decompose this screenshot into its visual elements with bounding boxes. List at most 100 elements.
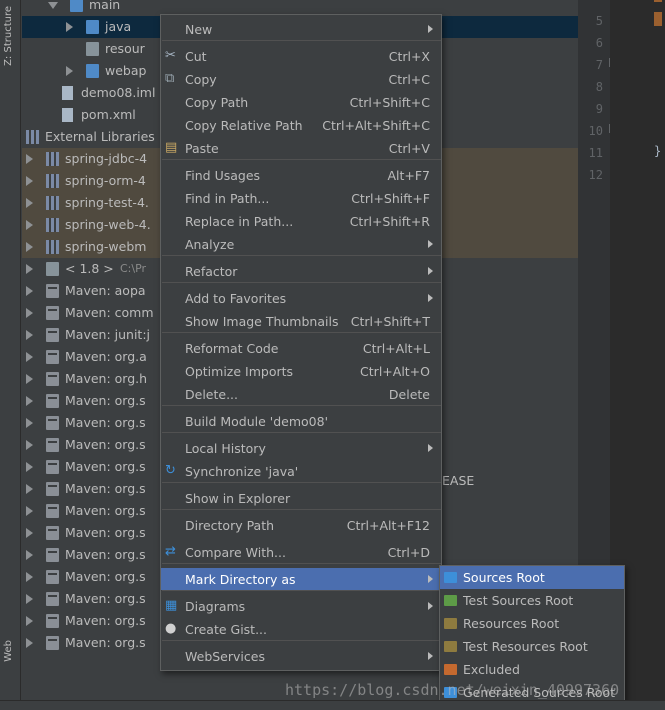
menu-item-delete[interactable]: Delete... Delete — [161, 383, 441, 405]
collapsed-arrow-icon[interactable] — [26, 484, 33, 494]
folder-icon — [86, 20, 99, 34]
menu-item-replace-in-path[interactable]: Replace in Path... Ctrl+Shift+R — [161, 210, 441, 232]
folder-icon — [444, 664, 457, 675]
menu-item-shortcut: Ctrl+Shift+R — [349, 213, 430, 229]
menu-item-build-module-demo08[interactable]: Build Module 'demo08' — [161, 410, 441, 432]
submenu-item-test-sources-root[interactable]: Test Sources Root — [440, 589, 624, 612]
collapsed-arrow-icon[interactable] — [66, 66, 73, 76]
menu-separator — [162, 482, 441, 483]
menu-item-label: Copy Relative Path — [185, 117, 303, 133]
collapsed-arrow-icon[interactable] — [26, 198, 33, 208]
menu-item-label: Delete... — [185, 386, 238, 402]
tree-row-label: pom.xml — [81, 107, 136, 122]
menu-item-copy-relative-path[interactable]: Copy Relative Path Ctrl+Alt+Shift+C — [161, 114, 441, 136]
maven-icon — [46, 350, 59, 364]
collapsed-arrow-icon[interactable] — [26, 550, 33, 560]
sync-icon: ↻ — [165, 463, 176, 478]
github-icon: ● — [165, 621, 177, 636]
menu-item-optimize-imports[interactable]: Optimize Imports Ctrl+Alt+O — [161, 360, 441, 382]
menu-item-local-history[interactable]: Local History — [161, 437, 441, 459]
collapsed-arrow-icon[interactable] — [26, 418, 33, 428]
maven-icon — [46, 570, 59, 584]
collapsed-arrow-icon[interactable] — [26, 572, 33, 582]
menu-item-find-in-path[interactable]: Find in Path... Ctrl+Shift+F — [161, 187, 441, 209]
menu-item-shortcut: Ctrl+C — [388, 71, 430, 87]
menu-item-synchronize-java[interactable]: Synchronize 'java' ↻ — [161, 460, 441, 482]
collapsed-arrow-icon[interactable] — [26, 506, 33, 516]
maven-icon — [46, 482, 59, 496]
collapsed-arrow-icon[interactable] — [26, 616, 33, 626]
menu-item-label: Build Module 'demo08' — [185, 413, 329, 429]
collapsed-arrow-icon[interactable] — [26, 154, 33, 164]
structure-tool-tab[interactable]: Z: Structure — [3, 6, 14, 66]
menu-item-paste[interactable]: Paste Ctrl+V ▤ — [161, 137, 441, 159]
collapsed-arrow-icon[interactable] — [26, 242, 33, 252]
tree-row-label: demo08.iml — [81, 85, 156, 100]
menu-item-shortcut: Ctrl+Shift+F — [351, 190, 430, 206]
menu-item-cut[interactable]: Cut Ctrl+X ✂ — [161, 45, 441, 67]
code-token-fragment — [654, 12, 662, 26]
collapsed-arrow-icon[interactable] — [26, 352, 33, 362]
collapsed-arrow-icon[interactable] — [26, 440, 33, 450]
tree-row-label: Maven: comm — [65, 305, 154, 320]
collapsed-arrow-icon[interactable] — [26, 264, 33, 274]
submenu-item-label: Excluded — [463, 662, 520, 677]
menu-item-webservices[interactable]: WebServices — [161, 645, 441, 667]
tree-row-label: Maven: org.s — [65, 393, 146, 408]
menu-item-analyze[interactable]: Analyze — [161, 233, 441, 255]
collapsed-arrow-icon[interactable] — [26, 528, 33, 538]
menu-item-show-in-explorer[interactable]: Show in Explorer — [161, 487, 441, 509]
library-icon — [46, 218, 59, 232]
maven-icon — [46, 372, 59, 386]
menu-separator — [162, 159, 441, 160]
menu-separator — [162, 332, 441, 333]
menu-item-create-gist[interactable]: Create Gist... ● — [161, 618, 441, 640]
collapsed-arrow-icon[interactable] — [26, 638, 33, 648]
menu-item-directory-path[interactable]: Directory Path Ctrl+Alt+F12 — [161, 514, 441, 536]
menu-item-refactor[interactable]: Refactor — [161, 260, 441, 282]
submenu-item-sources-root[interactable]: Sources Root — [440, 566, 624, 589]
collapsed-arrow-icon[interactable] — [66, 22, 73, 32]
menu-item-copy[interactable]: Copy Ctrl+C ⧉ — [161, 68, 441, 90]
collapsed-arrow-icon[interactable] — [26, 286, 33, 296]
collapsed-arrow-icon[interactable] — [26, 594, 33, 604]
tree-row-label: Maven: org.s — [65, 437, 146, 452]
web-tool-tab[interactable]: Web — [3, 640, 14, 662]
collapsed-arrow-icon[interactable] — [26, 374, 33, 384]
menu-item-show-image-thumbnails[interactable]: Show Image Thumbnails Ctrl+Shift+T — [161, 310, 441, 332]
menu-item-diagrams[interactable]: Diagrams ▦ — [161, 595, 441, 617]
expanded-arrow-icon[interactable] — [48, 2, 58, 9]
menu-separator — [162, 590, 441, 591]
collapsed-arrow-icon[interactable] — [26, 462, 33, 472]
menu-item-add-to-favorites[interactable]: Add to Favorites — [161, 287, 441, 309]
library-icon — [46, 174, 59, 188]
menu-item-label: Analyze — [185, 236, 235, 252]
collapsed-arrow-icon[interactable] — [26, 330, 33, 340]
menu-separator — [162, 432, 441, 433]
menu-item-copy-path[interactable]: Copy Path Ctrl+Shift+C — [161, 91, 441, 113]
menu-item-compare-with[interactable]: Compare With... Ctrl+D ⇄ — [161, 541, 441, 563]
menu-item-reformat-code[interactable]: Reformat Code Ctrl+Alt+L — [161, 337, 441, 359]
menu-item-label: Local History — [185, 440, 266, 456]
menu-item-label: Refactor — [185, 263, 238, 279]
maven-icon — [46, 438, 59, 452]
submenu-item-excluded[interactable]: Excluded — [440, 658, 624, 681]
submenu-item-resources-root[interactable]: Resources Root — [440, 612, 624, 635]
submenu-item-test-resources-root[interactable]: Test Resources Root — [440, 635, 624, 658]
menu-item-find-usages[interactable]: Find Usages Alt+F7 — [161, 164, 441, 186]
submenu-arrow-icon — [428, 575, 433, 583]
menu-item-label: Cut — [185, 48, 207, 64]
submenu-item-label: Resources Root — [463, 616, 560, 631]
tree-row-label: Maven: org.s — [65, 613, 146, 628]
menu-item-new[interactable]: New — [161, 18, 441, 40]
collapsed-arrow-icon[interactable] — [26, 176, 33, 186]
collapsed-arrow-icon[interactable] — [26, 396, 33, 406]
maven-icon — [46, 460, 59, 474]
menu-item-shortcut: Ctrl+X — [388, 48, 430, 64]
collapsed-arrow-icon[interactable] — [26, 220, 33, 230]
context-menu: New Cut Ctrl+X ✂ Copy Ctrl+C ⧉ Copy Path Ctrl+Sh… — [160, 14, 442, 671]
menu-item-label: Paste — [185, 140, 219, 156]
left-tool-strip: Z: Structure Web — [0, 0, 21, 710]
menu-item-mark-directory-as[interactable]: Mark Directory as — [161, 568, 441, 590]
collapsed-arrow-icon[interactable] — [26, 308, 33, 318]
